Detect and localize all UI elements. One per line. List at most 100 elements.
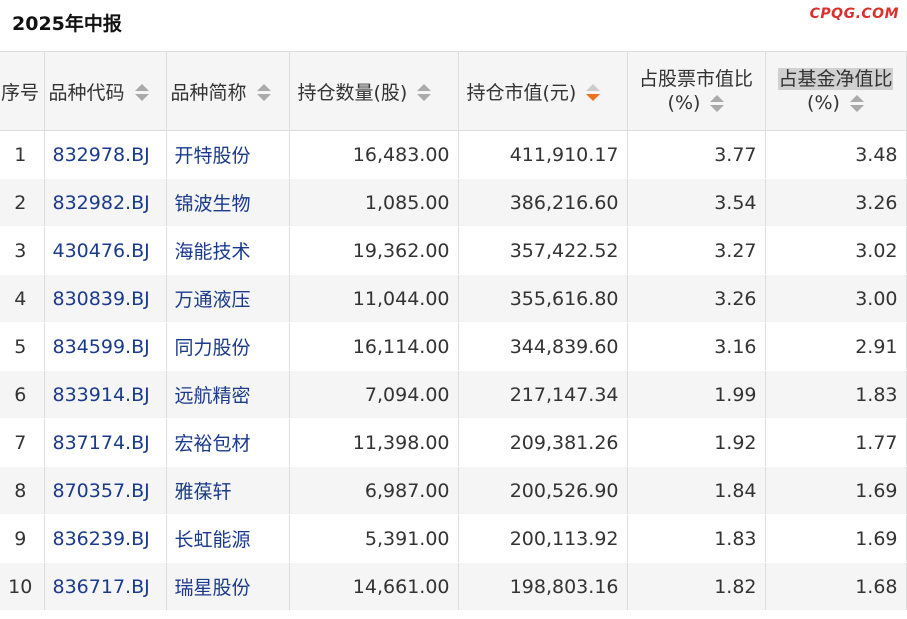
stock-code-link[interactable]: 870357.BJ <box>44 466 167 515</box>
stock-code-link[interactable]: 834599.BJ <box>44 322 167 371</box>
column-header-label: 序号 <box>1 81 40 104</box>
stock-name-link[interactable]: 开特股份 <box>166 130 290 179</box>
column-header-shares[interactable]: 持仓数量(股) <box>289 51 459 131</box>
sort-arrows-icon[interactable] <box>417 83 432 103</box>
table-row: 2 832982.BJ 锦波生物 1,085.00 386,216.60 3.54 3.26 <box>0 178 907 227</box>
column-header-stock-ratio[interactable]: 占股票市值比 (%) <box>627 51 766 131</box>
table-row: 9 836239.BJ 长虹能源 5,391.00 200,113.92 1.83 1.69 <box>0 514 907 563</box>
stock-code-link[interactable]: 836239.BJ <box>44 514 167 563</box>
column-header-unit: (%) <box>807 92 840 114</box>
nav-ratio-cell: 1.83 <box>765 370 907 419</box>
column-header-label: 占股票市值比 <box>638 68 753 90</box>
report-title: 2025年中报 <box>12 13 122 35</box>
column-header-unit: (%) <box>667 92 701 114</box>
market-value-cell: 200,526.90 <box>458 466 628 515</box>
stock-ratio-cell: 1.92 <box>627 418 766 467</box>
shares-cell: 19,362.00 <box>289 226 459 275</box>
report-header: 2025年中报 CPQG.COM <box>0 0 907 50</box>
column-header-label: 占基金净值比 <box>778 68 893 90</box>
column-header-label: 持仓市值(元) <box>466 81 577 104</box>
table-row: 5 834599.BJ 同力股份 16,114.00 344,839.60 3.16 2.9… <box>0 322 907 371</box>
nav-ratio-cell: 3.48 <box>765 130 907 179</box>
market-value-cell: 198,803.16 <box>458 562 628 611</box>
stock-name-link[interactable]: 远航精密 <box>166 370 290 419</box>
table-row: 6 833914.BJ 远航精密 7,094.00 217,147.34 1.99 1.83 <box>0 370 907 419</box>
column-header-name[interactable]: 品种简称 <box>166 51 290 131</box>
sort-descending-icon[interactable] <box>586 83 601 103</box>
stock-ratio-cell: 1.82 <box>627 562 766 611</box>
table-header-row: 序号 品种代码 品种简称 持仓数量(股) 持仓市值(元) 占股票市值比 (%) … <box>0 51 907 131</box>
stock-ratio-cell: 1.99 <box>627 370 766 419</box>
shares-cell: 6,987.00 <box>289 466 459 515</box>
row-index: 6 <box>0 370 45 419</box>
shares-cell: 14,661.00 <box>289 562 459 611</box>
stock-name-link[interactable]: 万通液压 <box>166 274 290 323</box>
row-index: 5 <box>0 322 45 371</box>
sort-arrows-icon[interactable] <box>849 94 864 114</box>
market-value-cell: 200,113.92 <box>458 514 628 563</box>
nav-ratio-cell: 3.02 <box>765 226 907 275</box>
row-index: 9 <box>0 514 45 563</box>
table-row: 1 832978.BJ 开特股份 16,483.00 411,910.17 3.77 3.4… <box>0 130 907 179</box>
site-watermark: CPQG.COM <box>809 6 899 22</box>
column-header-index: 序号 <box>0 51 45 131</box>
stock-ratio-cell: 1.83 <box>627 514 766 563</box>
stock-name-link[interactable]: 雅葆轩 <box>166 466 290 515</box>
market-value-cell: 209,381.26 <box>458 418 628 467</box>
shares-cell: 11,398.00 <box>289 418 459 467</box>
column-header-code[interactable]: 品种代码 <box>44 51 167 131</box>
sort-arrows-icon[interactable] <box>134 83 149 103</box>
row-index: 2 <box>0 178 45 227</box>
nav-ratio-cell: 2.91 <box>765 322 907 371</box>
stock-name-link[interactable]: 瑞星股份 <box>166 562 290 611</box>
nav-ratio-cell: 3.26 <box>765 178 907 227</box>
row-index: 3 <box>0 226 45 275</box>
nav-ratio-cell: 3.00 <box>765 274 907 323</box>
stock-name-link[interactable]: 同力股份 <box>166 322 290 371</box>
stock-ratio-cell: 3.27 <box>627 226 766 275</box>
nav-ratio-cell: 1.69 <box>765 466 907 515</box>
shares-cell: 16,483.00 <box>289 130 459 179</box>
column-header-label: 品种简称 <box>170 81 247 104</box>
stock-ratio-cell: 1.84 <box>627 466 766 515</box>
stock-code-link[interactable]: 830839.BJ <box>44 274 167 323</box>
stock-name-link[interactable]: 海能技术 <box>166 226 290 275</box>
stock-name-link[interactable]: 锦波生物 <box>166 178 290 227</box>
shares-cell: 11,044.00 <box>289 274 459 323</box>
stock-ratio-cell: 3.77 <box>627 130 766 179</box>
shares-cell: 7,094.00 <box>289 370 459 419</box>
table-row: 4 830839.BJ 万通液压 11,044.00 355,616.80 3.26 3.0… <box>0 274 907 323</box>
sort-arrows-icon[interactable] <box>710 94 725 114</box>
stock-code-link[interactable]: 837174.BJ <box>44 418 167 467</box>
table-row: 3 430476.BJ 海能技术 19,362.00 357,422.52 3.27 3.0… <box>0 226 907 275</box>
market-value-cell: 411,910.17 <box>458 130 628 179</box>
table-row: 8 870357.BJ 雅葆轩 6,987.00 200,526.90 1.84 1.69 <box>0 466 907 515</box>
shares-cell: 5,391.00 <box>289 514 459 563</box>
row-index: 10 <box>0 562 45 611</box>
nav-ratio-cell: 1.77 <box>765 418 907 467</box>
table-row: 10 836717.BJ 瑞星股份 14,661.00 198,803.16 1.82 1.… <box>0 562 907 611</box>
sort-arrows-icon[interactable] <box>256 83 271 103</box>
column-header-nav-ratio[interactable]: 占基金净值比 (%) <box>765 51 907 131</box>
nav-ratio-cell: 1.69 <box>765 514 907 563</box>
market-value-cell: 357,422.52 <box>458 226 628 275</box>
stock-code-link[interactable]: 833914.BJ <box>44 370 167 419</box>
market-value-cell: 344,839.60 <box>458 322 628 371</box>
column-header-value[interactable]: 持仓市值(元) <box>458 51 628 131</box>
row-index: 4 <box>0 274 45 323</box>
stock-name-link[interactable]: 宏裕包材 <box>166 418 290 467</box>
column-header-label: 品种代码 <box>48 81 125 104</box>
nav-ratio-cell: 1.68 <box>765 562 907 611</box>
stock-name-link[interactable]: 长虹能源 <box>166 514 290 563</box>
shares-cell: 1,085.00 <box>289 178 459 227</box>
row-index: 8 <box>0 466 45 515</box>
stock-code-link[interactable]: 836717.BJ <box>44 562 167 611</box>
stock-code-link[interactable]: 430476.BJ <box>44 226 167 275</box>
stock-ratio-cell: 3.16 <box>627 322 766 371</box>
stock-code-link[interactable]: 832978.BJ <box>44 130 167 179</box>
table-body: 1 832978.BJ 开特股份 16,483.00 411,910.17 3.77 3.4… <box>0 130 907 611</box>
stock-ratio-cell: 3.26 <box>627 274 766 323</box>
market-value-cell: 386,216.60 <box>458 178 628 227</box>
holdings-table: 序号 品种代码 品种简称 持仓数量(股) 持仓市值(元) 占股票市值比 (%) … <box>0 51 907 611</box>
stock-code-link[interactable]: 832982.BJ <box>44 178 167 227</box>
